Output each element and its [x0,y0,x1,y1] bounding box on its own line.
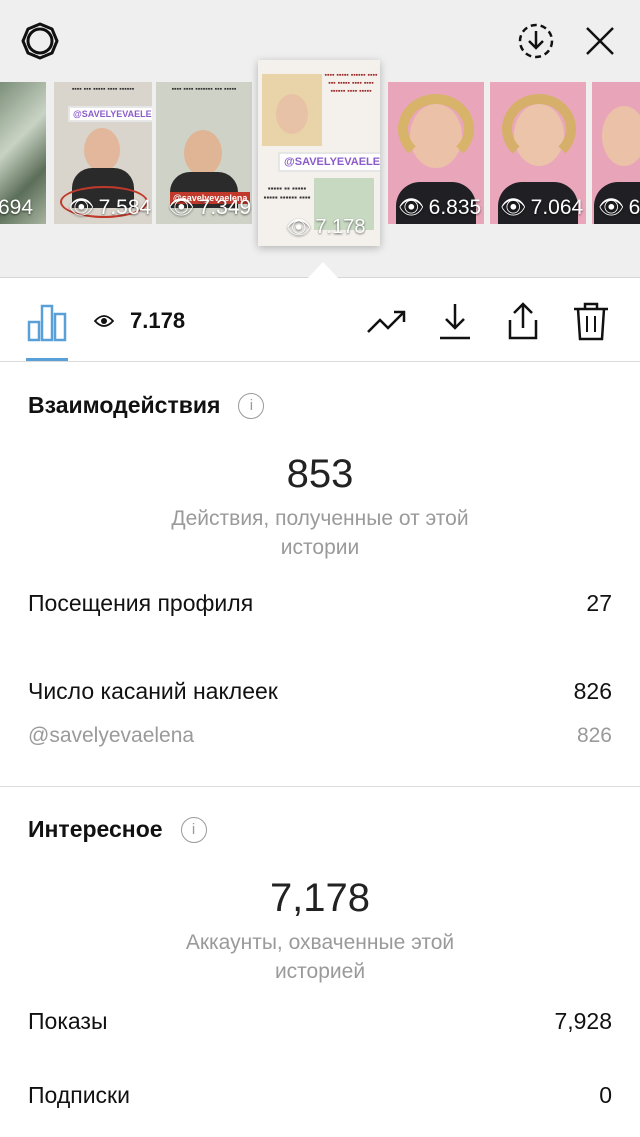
story-thumbnail-selected[interactable]: ▪▪▪▪ ▪▪▪▪▪ ▪▪▪▪▪▪ ▪▪▪▪ ▪▪▪ ▪▪▪▪▪ ▪▪▪▪ ▪▪… [258,60,380,246]
interactions-title-text: Взаимодействия [28,392,221,418]
thumbnail-view-count: 6.835 [428,196,482,219]
thumbnail-views: 👁6. [598,196,640,220]
story-thumbnail[interactable]: 👁 7.064 [490,82,586,224]
share-icon [508,302,538,340]
section-divider [0,786,640,787]
story-thumbnail[interactable]: 694 [0,82,46,224]
follows-label: Подписки [28,1082,130,1108]
thumbnail-face [84,128,120,172]
close-icon [586,27,614,55]
thumbnail-caption: ▪▪▪▪▪ ▪▪ ▪▪▪▪▪ ▪▪▪▪▪ ▪▪▪▪▪▪ ▪▪▪▪ [263,184,311,202]
thumbnail-caption: ▪▪▪▪ ▪▪▪▪▪ ▪▪▪▪▪▪ ▪▪▪▪ ▪▪▪ ▪▪▪▪▪ ▪▪▪▪ ▪▪… [324,72,378,95]
promote-button[interactable] [366,300,408,342]
interactions-caption: Действия, полученные от этой истории [171,507,469,559]
thumbnail-face [602,106,640,166]
sticker-taps-value: 826 [573,678,612,704]
download-circle-icon [518,23,554,59]
thumbnail-caption: ▪▪▪▪ ▪▪▪ ▪▪▪▪▪ ▪▪▪▪ ▪▪▪▪▪▪ [71,86,135,93]
thumbnail-caption: ▪▪▪▪ ▪▪▪▪ ▪▪▪▪▪▪▪ ▪▪▪ ▪▪▪▪▪ [171,86,237,93]
story-thumbnail[interactable]: 👁6. [592,82,640,224]
share-button[interactable] [502,300,544,342]
insights-tab[interactable] [26,300,68,342]
story-views: 7.178 [94,308,185,334]
thumbnail-view-count: 694 [0,196,34,219]
eye-icon: 👁 [398,196,425,219]
thumbnail-view-count: 7.349 [198,196,252,219]
follows-value: 0 [599,1082,612,1108]
story-view-count: 7.178 [130,308,186,333]
profile-visits-label: Посещения профиля [28,590,254,616]
thumbnail-handle: @SAVELYEVAELENA [68,106,152,122]
sticker-taps-label: Число касаний наклеек [28,678,278,704]
thumbnail-view-count: 7.584 [98,196,152,219]
download-button[interactable] [434,300,476,342]
thumbnail-views: 👁 7.178 [286,215,365,240]
thumbnail-view-count: 6. [628,196,640,219]
eye-icon [94,315,114,327]
info-icon[interactable]: i [238,392,265,419]
thumbnail-views: 👁 7.064 [500,196,583,220]
thumbnail-views: 👁 7.584 [68,196,151,220]
story-thumbnail[interactable]: ▪▪▪▪ ▪▪▪ ▪▪▪▪▪ ▪▪▪▪ ▪▪▪▪▪▪ @SAVELYEVAELE… [54,82,152,224]
eye-icon: 👁 [68,196,95,219]
settings-icon [21,22,59,60]
save-story-button[interactable] [514,19,558,63]
thumbnail-views: 👁 7.349 [168,196,251,220]
insights-toolbar: 7.178 [0,278,640,362]
discovery-caption: Аккаунты, охваченные этой историей [185,931,455,983]
story-thumbnail[interactable]: 👁 6.835 [388,82,484,224]
close-button[interactable] [578,19,622,63]
thumbnail-hair [502,94,576,164]
eye-icon: 👁 [598,196,625,219]
active-tab-indicator [26,358,68,361]
mention-sticker-label[interactable]: @savelyevaelena [28,724,194,748]
impressions-value: 7,928 [554,1008,612,1034]
thumbnail-view-count: 7.064 [530,196,584,219]
info-icon[interactable]: i [180,816,207,843]
thumbnail-handle: @SAVELYEVAELENA [278,152,380,172]
settings-button[interactable] [18,19,62,63]
thumbnail-face [276,94,308,134]
thumbnail-handle-text: @SAVELYEVAELENA [73,109,152,119]
delete-button[interactable] [570,300,612,342]
selected-story-pointer [307,262,339,279]
story-thumbnail[interactable]: ▪▪▪▪ ▪▪▪▪ ▪▪▪▪▪▪▪ ▪▪▪ ▪▪▪▪▪ @savelyevael… [156,82,252,224]
eye-icon: 👁 [168,196,195,219]
interactions-section-title: Взаимодействия i [28,392,265,419]
eye-icon: 👁 [500,196,527,219]
eye-icon: 👁 [286,217,312,239]
mention-sticker-value: 826 [576,724,612,747]
thumbnail-views: 694 [0,196,33,220]
trash-icon [574,302,608,341]
thumbnail-face [184,130,222,176]
impressions-label: Показы [28,1008,108,1034]
thumbnail-photo [262,74,322,146]
discovery-total: 7,178 [269,876,371,920]
thumbnail-hair [398,94,474,164]
trending-icon [367,310,406,333]
bar-chart-icon [27,304,67,342]
discovery-title-text: Интересное [28,816,163,842]
profile-visits-value: 27 [586,590,612,616]
thumbnail-views: 👁 6.835 [398,196,481,220]
thumbnail-view-count: 7.178 [315,216,366,238]
interactions-total: 853 [286,452,354,496]
download-icon [440,304,470,340]
thumbnail-handle-text: @SAVELYEVAELENA [284,156,380,168]
discovery-section-title: Интересное i [28,816,207,843]
stories-strip-area: 694 ▪▪▪▪ ▪▪▪ ▪▪▪▪▪ ▪▪▪▪ ▪▪▪▪▪▪ @SAVELYEV… [0,0,640,279]
